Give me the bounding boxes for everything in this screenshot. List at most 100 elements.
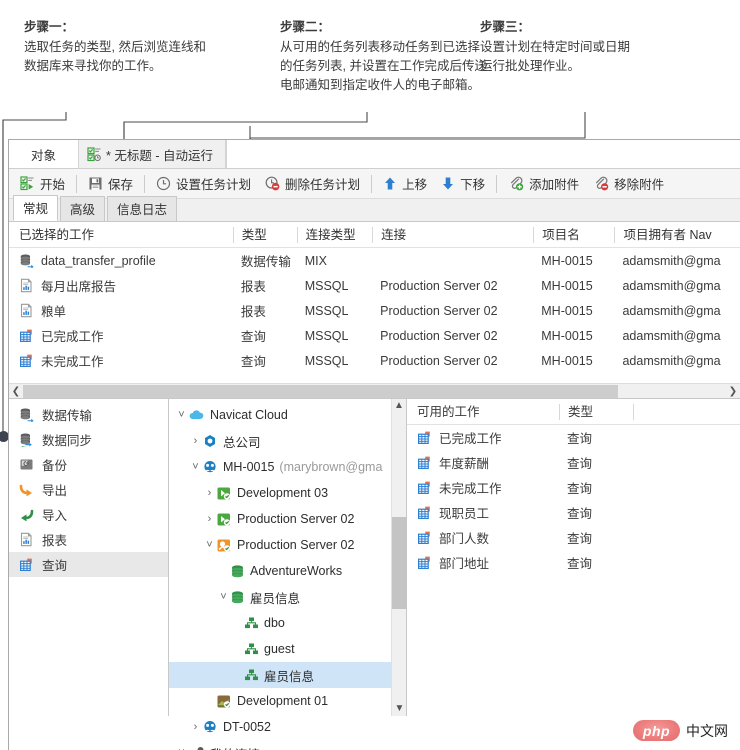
data-transfer-icon (19, 407, 34, 422)
query-icon (417, 430, 432, 445)
project-icon (202, 720, 218, 734)
sidebar-item-data-sync[interactable]: 数据同步 (9, 427, 168, 452)
tree-item-label: Development 01 (237, 694, 329, 708)
table-row[interactable]: 未完成工作 查询 MSSQL Production Server 02 MH-0… (9, 348, 740, 373)
remove-attachment-button[interactable]: 移除附件 (586, 171, 671, 197)
tab-general-label: 常规 (23, 202, 49, 216)
sidebar-item-query[interactable]: 查询 (9, 552, 168, 577)
column-header-available-extra[interactable] (633, 403, 740, 420)
chevron-right-icon[interactable]: › (203, 513, 216, 525)
row-project-cell: MH-0015 (541, 328, 593, 343)
column-header-project[interactable]: 项目名 (533, 226, 614, 243)
scroll-up-icon[interactable]: ▲ (392, 399, 406, 413)
row-connection-cell: Production Server 02 (380, 303, 498, 318)
table-row[interactable]: 已完成工作 查询 MSSQL Production Server 02 MH-0… (9, 323, 740, 348)
move-up-button[interactable]: 上移 (376, 171, 434, 197)
set-schedule-button[interactable]: 设置任务计划 (149, 171, 258, 197)
tree-item-production-server-02-b[interactable]: ˅ Production Server 02 (169, 532, 406, 558)
list-item[interactable]: 部门地址 查询 (407, 550, 740, 575)
chevron-down-icon[interactable]: ˅ (203, 539, 216, 551)
column-header-owner[interactable]: 项目拥有者 Nav (614, 226, 740, 243)
conn-green-icon (216, 512, 232, 527)
list-item[interactable]: 已完成工作 查询 (407, 425, 740, 450)
scroll-left-icon[interactable]: ❮ (9, 386, 23, 397)
chevron-down-icon[interactable]: ˅ (189, 461, 202, 473)
tree-item-label: DT-0052 (223, 720, 271, 734)
export-icon (19, 482, 34, 497)
chevron-right-icon[interactable]: › (189, 721, 202, 733)
add-attachment-button[interactable]: 添加附件 (501, 171, 586, 197)
column-header-conn-type[interactable]: 连接类型 (296, 226, 372, 243)
table-row[interactable]: data_transfer_profile 数据传输 MIX MH-0015 a… (9, 248, 740, 273)
column-header-available-type[interactable]: 类型 (559, 403, 633, 420)
table-row[interactable]: 每月出席报告 报表 MSSQL Production Server 02 MH-… (9, 273, 740, 298)
row-conn-type-cell: MIX (304, 253, 327, 268)
row-name-label: data_transfer_profile (41, 253, 156, 268)
remove-attachment-button-label: 移除附件 (614, 178, 665, 192)
tree-item-schema-dbo[interactable]: dbo (169, 610, 406, 636)
tree-item-production-server-02-a[interactable]: › Production Server 02 (169, 506, 406, 532)
scrollbar-thumb[interactable] (392, 517, 407, 609)
row-project-cell: MH-0015 (541, 303, 593, 318)
scroll-right-icon[interactable]: ❯ (726, 386, 740, 397)
scroll-down-icon[interactable]: ▼ (392, 702, 407, 716)
column-header-type[interactable]: 类型 (232, 226, 297, 243)
save-button[interactable]: 保存 (81, 171, 140, 197)
list-item[interactable]: 部门人数 查询 (407, 525, 740, 550)
sidebar-item-import[interactable]: 导入 (9, 502, 168, 527)
tree-item-label: AdventureWorks (250, 564, 343, 578)
query-icon (417, 455, 432, 470)
tab-message-log[interactable]: 信息日志 (107, 196, 178, 221)
grid-horizontal-scrollbar[interactable]: ❮ ❯ (9, 383, 740, 398)
tree-item-employee-info-db[interactable]: ˅ 雇员信息 (169, 584, 406, 610)
tree-item-project-mh0015[interactable]: ˅ MH-0015 (marybrown@gma (169, 454, 406, 480)
sidebar-item-label: 导出 (42, 484, 68, 498)
move-down-icon (441, 176, 455, 191)
tab-automation-document[interactable]: * 无标题 - 自动运行 (79, 140, 226, 168)
tab-advanced[interactable]: 高级 (60, 196, 106, 221)
data-sync-icon (19, 432, 34, 447)
sidebar-item-backup[interactable]: 备份 (9, 452, 168, 477)
column-header-connection[interactable]: 连接 (372, 226, 533, 243)
tree-item-schema-guest[interactable]: guest (169, 636, 406, 662)
column-header-name[interactable]: 已选择的工作 (9, 227, 233, 243)
sidebar-item-export[interactable]: 导出 (9, 477, 168, 502)
tree-item-label: 雇员信息 (250, 591, 301, 606)
available-job-label: 已完成工作 (439, 432, 502, 446)
tree-item-development-01[interactable]: Development 01 (169, 688, 406, 714)
table-row[interactable]: 粮单 报表 MSSQL Production Server 02 MH-0015… (9, 298, 740, 323)
tree-item-adventureworks[interactable]: AdventureWorks (169, 558, 406, 584)
tab-objects[interactable]: 对象 (9, 140, 80, 168)
tree-item-development-03[interactable]: › Development 03 (169, 480, 406, 506)
row-name-label: 每月出席报告 (41, 280, 117, 294)
delete-schedule-button[interactable]: 删除任务计划 (258, 171, 367, 197)
row-owner-cell: adamsmith@gma (622, 278, 721, 293)
watermark-text: 中文网 (686, 722, 728, 739)
tab-general[interactable]: 常规 (13, 195, 59, 221)
row-type-cell: 报表 (240, 280, 266, 294)
chevron-right-icon[interactable]: › (189, 435, 202, 447)
available-job-type-cell: 查询 (567, 507, 593, 521)
report-icon (19, 303, 34, 318)
move-down-button[interactable]: 下移 (434, 171, 492, 197)
list-item[interactable]: 未完成工作 查询 (407, 475, 740, 500)
start-button[interactable]: 开始 (13, 171, 72, 197)
tree-item-my-connections[interactable]: ˅ 我的连接 (169, 740, 406, 750)
tree-item-project-dt0052[interactable]: › DT-0052 (169, 714, 406, 740)
tree-item-navicat-cloud[interactable]: ˅ Navicat Cloud (169, 402, 406, 428)
chevron-down-icon[interactable]: ˅ (175, 409, 188, 421)
tree-vertical-scrollbar[interactable]: ▲ ▼ (391, 399, 407, 716)
list-item[interactable]: 现职员工 查询 (407, 500, 740, 525)
sidebar-item-data-transfer[interactable]: 数据传输 (9, 402, 168, 427)
conn-orange-icon (216, 538, 232, 553)
scrollbar-thumb[interactable] (23, 385, 618, 398)
sidebar-item-report[interactable]: 报表 (9, 527, 168, 552)
tree-item-schema-employee-info[interactable]: 雇员信息 (169, 662, 406, 688)
chevron-right-icon[interactable]: › (203, 487, 216, 499)
list-item[interactable]: 年度薪酬 查询 (407, 450, 740, 475)
tree-item-headquarters[interactable]: › 总公司 (169, 428, 406, 454)
chevron-down-icon[interactable]: ˅ (217, 591, 230, 603)
column-header-available-name[interactable]: 可用的工作 (407, 404, 559, 420)
available-job-type-cell: 查询 (567, 432, 593, 446)
selected-jobs-body: data_transfer_profile 数据传输 MIX MH-0015 a… (9, 248, 740, 383)
